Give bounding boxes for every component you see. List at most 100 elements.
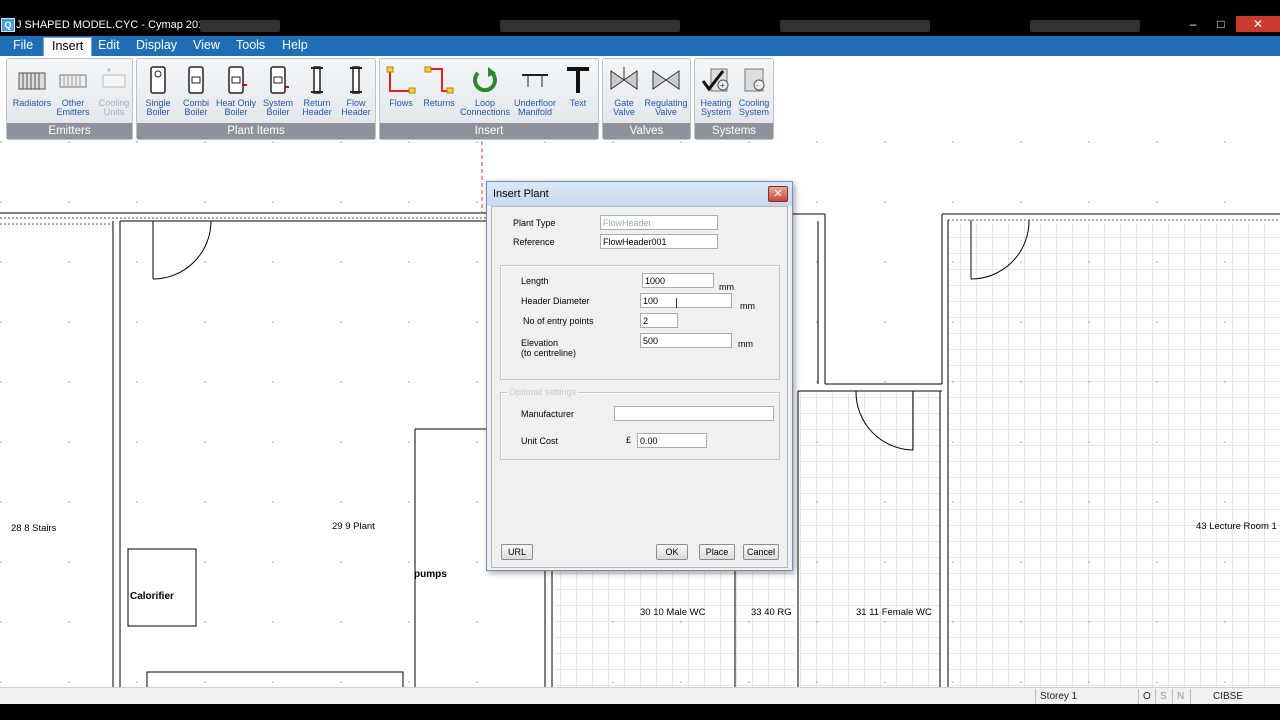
- bottom-bar: [0, 704, 1280, 720]
- radiators-button[interactable]: Radiators: [11, 63, 53, 121]
- unit-cost-field[interactable]: [637, 433, 707, 448]
- svg-text:*: *: [107, 67, 111, 78]
- gate-valve-icon: [610, 67, 638, 90]
- returns-button[interactable]: Returns: [418, 63, 460, 121]
- menu-display[interactable]: Display: [128, 36, 185, 56]
- room-label[interactable]: 30 10 Male WC: [640, 607, 705, 618]
- cooling-system-button[interactable]: - Cooling System: [733, 63, 775, 121]
- flows-icon: [386, 66, 416, 94]
- flow-header-label: Flow Header: [341, 98, 371, 117]
- ribbon-group-label: Plant Items: [137, 123, 375, 139]
- regulating-valve-button[interactable]: Regulating Valve: [644, 63, 688, 121]
- cooling-system-label: Cooling System: [738, 98, 770, 117]
- entry-points-field[interactable]: [640, 313, 678, 328]
- dialog-title: Insert Plant: [493, 188, 549, 200]
- plant-type-field: [600, 215, 718, 230]
- elevation-sublabel: (to centreline): [521, 348, 577, 358]
- underfloor-manifold-icon: [522, 74, 548, 87]
- ribbon-group-label: Insert: [380, 123, 598, 139]
- room-label[interactable]: 33 40 RG: [751, 607, 792, 618]
- menu-edit[interactable]: Edit: [90, 36, 128, 56]
- ribbon-group-plant-items: Single Boiler Combi Boiler Heat Only Boi…: [136, 58, 376, 140]
- ribbon-group-label: Systems: [695, 123, 773, 139]
- menu-file[interactable]: File: [5, 36, 41, 56]
- other-emitters-button[interactable]: Other Emitters: [52, 63, 94, 121]
- close-button[interactable]: ✕: [1236, 16, 1280, 32]
- menu-view[interactable]: View: [185, 36, 228, 56]
- header-diameter-label: Header Diameter: [521, 296, 590, 306]
- flow-header-icon: [350, 66, 362, 94]
- return-header-icon: [311, 66, 323, 94]
- svg-text:+: +: [720, 81, 725, 90]
- elevation-unit: mm: [738, 339, 753, 349]
- reference-label: Reference: [513, 237, 555, 247]
- menu-insert[interactable]: Insert: [43, 37, 93, 56]
- length-label: Length: [521, 276, 549, 286]
- room-label[interactable]: 43 Lecture Room 1 G: [1196, 521, 1280, 532]
- dialog-body: Plant Type Reference Length mm Header Di…: [491, 206, 788, 568]
- menu-tools[interactable]: Tools: [228, 36, 273, 56]
- elevation-label: Elevation: [521, 338, 559, 348]
- manufacturer-field[interactable]: [614, 406, 774, 421]
- menu-help[interactable]: Help: [274, 36, 316, 56]
- room-label[interactable]: 31 11 Female WC: [856, 607, 932, 618]
- currency-symbol: £: [626, 435, 632, 445]
- text-cursor-icon: [676, 298, 677, 308]
- header-diameter-unit: mm: [740, 301, 755, 311]
- taskbar-placeholder: [500, 20, 680, 32]
- cooling-units-label: Cooling Units: [98, 98, 130, 117]
- gate-valve-button[interactable]: Gate Valve: [603, 63, 645, 121]
- pumps-label[interactable]: pumps: [414, 569, 447, 580]
- ortho-indicator[interactable]: O: [1138, 689, 1154, 704]
- n-indicator[interactable]: N: [1172, 689, 1188, 704]
- heat-only-boiler-icon: [228, 66, 247, 94]
- cancel-button[interactable]: Cancel: [743, 544, 779, 560]
- ribbon: Radiators Other Emitters * Cooling Units…: [0, 56, 1280, 140]
- radiator-icon: [18, 72, 46, 90]
- maximize-button[interactable]: □: [1208, 16, 1234, 32]
- elevation-field[interactable]: [640, 333, 732, 348]
- regulating-valve-label: Regulating Valve: [644, 98, 688, 117]
- header-diameter-field[interactable]: [640, 293, 732, 308]
- unit-cost-label: Unit Cost: [521, 436, 559, 446]
- flow-header-button[interactable]: Flow Header: [335, 63, 377, 121]
- status-bar: Storey 1 O S N CIBSE: [0, 687, 1280, 704]
- text-label: Text: [569, 98, 587, 108]
- url-button[interactable]: URL: [501, 544, 533, 560]
- flows-button[interactable]: Flows: [380, 63, 422, 121]
- loop-connections-icon: [473, 67, 497, 93]
- returns-label: Returns: [423, 98, 455, 108]
- place-button[interactable]: Place: [699, 544, 735, 560]
- insert-plant-dialog: Insert Plant ✕ Plant Type Reference Leng…: [486, 181, 793, 571]
- room-label[interactable]: 28 8 Stairs: [11, 523, 56, 534]
- calorifier-label[interactable]: Calorifier: [130, 591, 174, 602]
- ok-button[interactable]: OK: [656, 544, 688, 560]
- room-label[interactable]: 29 9 Plant: [332, 521, 375, 532]
- length-field[interactable]: [642, 273, 714, 288]
- loop-connections-button[interactable]: Loop Connections: [460, 63, 510, 121]
- ribbon-group-emitters: Radiators Other Emitters * Cooling Units…: [6, 58, 133, 140]
- dialog-titlebar[interactable]: Insert Plant ✕: [487, 182, 792, 206]
- cooling-units-button[interactable]: * Cooling Units: [93, 63, 135, 121]
- cooling-units-icon: *: [102, 67, 126, 88]
- text-button[interactable]: Text: [557, 63, 599, 121]
- ribbon-group-valves: Gate Valve Regulating Valve Valves: [602, 58, 691, 140]
- taskbar-placeholder: [780, 20, 930, 32]
- storey-indicator: Storey 1: [1035, 689, 1135, 704]
- taskbar-placeholder: [200, 20, 280, 32]
- regulating-valve-icon: [652, 70, 680, 90]
- single-boiler-icon: [150, 66, 166, 94]
- heat-only-boiler-button[interactable]: Heat Only Boiler: [215, 63, 257, 121]
- optional-settings-frame: Optional settings Manufacturer Unit Cost…: [500, 387, 780, 460]
- text-icon: [567, 67, 589, 93]
- dialog-close-icon[interactable]: ✕: [768, 186, 788, 202]
- reference-field[interactable]: [600, 234, 718, 249]
- dimensions-frame: Length mm Header Diameter mm No of entry…: [500, 265, 780, 380]
- snap-indicator[interactable]: S: [1155, 689, 1171, 704]
- minimize-button[interactable]: –: [1180, 16, 1206, 32]
- cooling-system-icon: -: [744, 68, 765, 92]
- standard-indicator: CIBSE: [1190, 689, 1280, 704]
- ribbon-group-systems: + Heating System - Cooling System System…: [694, 58, 774, 140]
- svg-text:-: -: [756, 81, 759, 90]
- underfloor-manifold-button[interactable]: Underfloor Manifold: [514, 63, 556, 121]
